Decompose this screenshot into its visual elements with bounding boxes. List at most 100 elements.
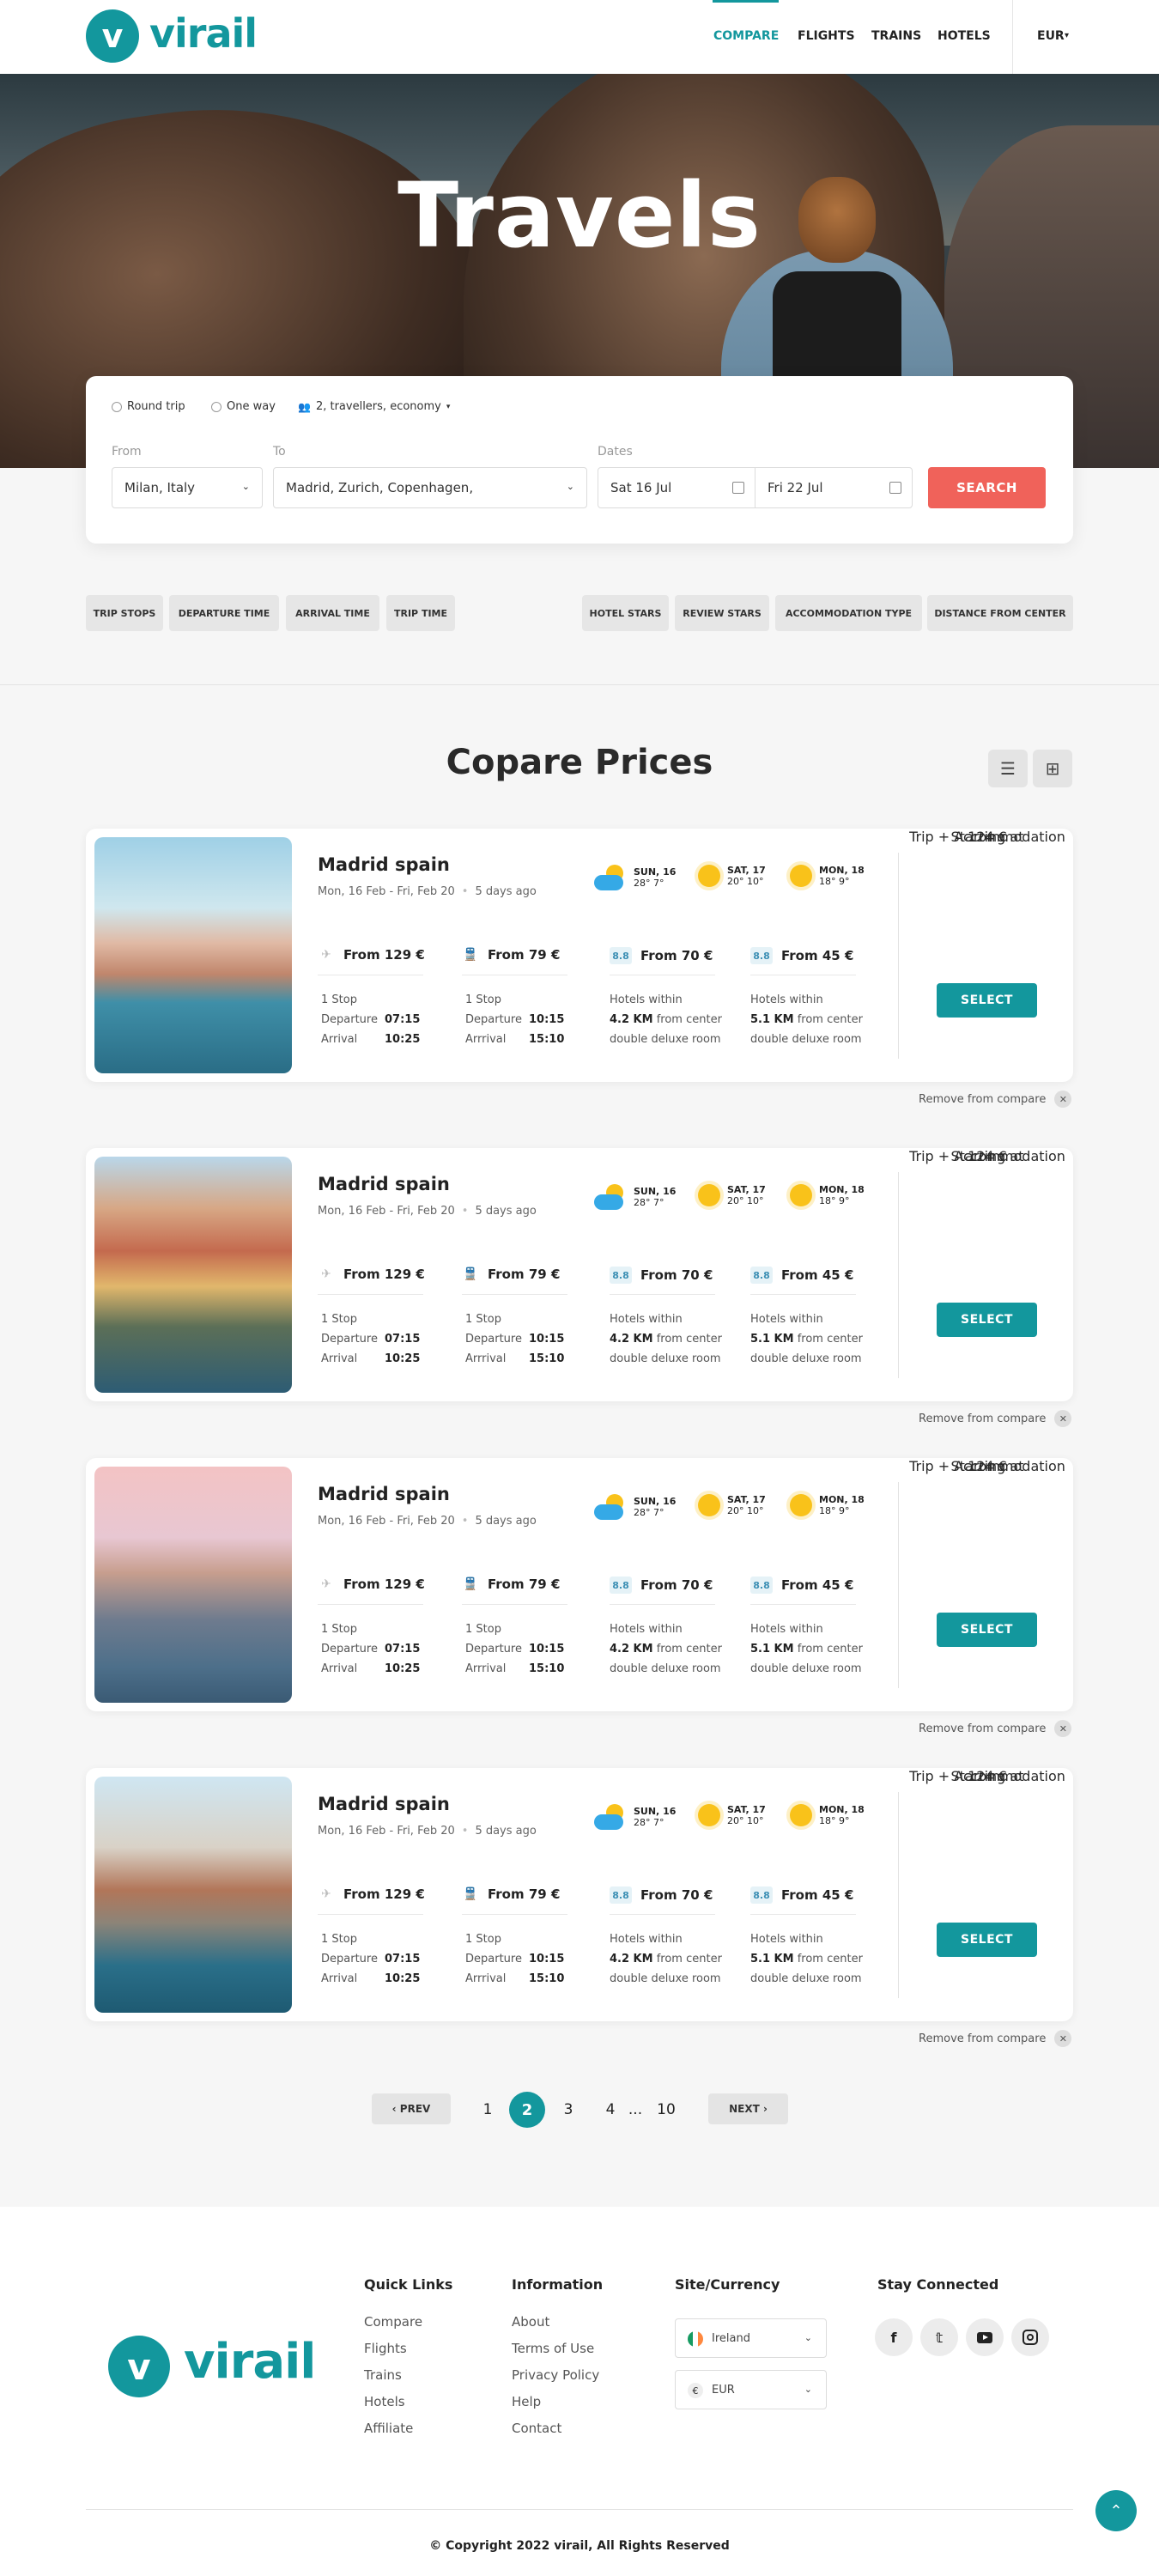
from-center-label: from center bbox=[797, 1643, 863, 1656]
hotel-distance: 4.2 KM bbox=[610, 1643, 653, 1656]
remove-from-compare[interactable]: Remove from compare ✕ bbox=[919, 1410, 1072, 1427]
destination-title: Madrid spain bbox=[318, 854, 450, 875]
pagination-next-button[interactable]: NEXT › bbox=[708, 2093, 788, 2124]
currency-select[interactable]: € EUR ⌄ bbox=[675, 2370, 827, 2409]
logo-wordmark[interactable]: virail bbox=[149, 10, 258, 57]
search-button[interactable]: SEARCH bbox=[928, 467, 1046, 508]
facebook-icon[interactable]: f bbox=[875, 2318, 913, 2356]
hotel-price-value: From 45 € bbox=[781, 1267, 854, 1283]
footer-link-trains[interactable]: Trains bbox=[364, 2367, 402, 2383]
select-button[interactable]: SELECT bbox=[937, 1303, 1037, 1337]
hotel-rating-badge: 8.8 bbox=[610, 947, 632, 964]
weather-day: SAT, 17 20° 10° bbox=[698, 865, 766, 887]
hotel-distance: 4.2 KM bbox=[610, 1013, 653, 1026]
departure-time: 10:15 bbox=[529, 1643, 565, 1656]
instagram-icon[interactable] bbox=[1011, 2318, 1049, 2356]
list-view-button[interactable]: ☰ bbox=[988, 750, 1028, 787]
arrival-label: Arrrival bbox=[465, 1033, 507, 1046]
sun-icon bbox=[698, 1804, 720, 1826]
logo-mark[interactable]: v bbox=[86, 9, 139, 63]
flight-price-value: From 129 € bbox=[343, 1886, 425, 1902]
grid-view-button[interactable]: ⊞ bbox=[1033, 750, 1072, 787]
page-link-current[interactable]: 2 bbox=[509, 2092, 545, 2128]
logo-letter: v bbox=[101, 17, 124, 55]
filter-arrival-time[interactable]: ARRIVAL TIME bbox=[286, 595, 379, 631]
from-center-label: from center bbox=[797, 1013, 863, 1026]
page-link[interactable]: 1 bbox=[476, 2095, 500, 2124]
date-end-field[interactable]: Fri 22 Jul bbox=[755, 467, 913, 508]
page-link[interactable]: 10 bbox=[652, 2095, 680, 2124]
select-button[interactable]: SELECT bbox=[937, 1613, 1037, 1647]
footer-logo-wordmark[interactable]: virail bbox=[184, 2334, 316, 2390]
hotels-within-label: Hotels within bbox=[750, 1933, 823, 1946]
site-select[interactable]: Ireland ⌄ bbox=[675, 2318, 827, 2358]
filter-trip-stops[interactable]: TRIP STOPS bbox=[86, 595, 163, 631]
flight-price-value: From 129 € bbox=[343, 947, 425, 963]
footer-link-hotels[interactable]: Hotels bbox=[364, 2394, 405, 2409]
weather-day-label: MON, 18 bbox=[819, 1184, 865, 1195]
twitter-icon[interactable]: 𝕥 bbox=[920, 2318, 958, 2356]
footer-logo-mark[interactable]: v bbox=[108, 2336, 170, 2397]
remove-from-compare[interactable]: Remove from compare ✕ bbox=[919, 2030, 1072, 2047]
room-type: double deluxe room bbox=[610, 1972, 721, 1985]
travellers-dropdown[interactable]: 👥 2, travellers, economy ▾ bbox=[298, 400, 450, 413]
back-to-top-button[interactable]: ⌃ bbox=[1095, 2490, 1137, 2531]
nav-hotels[interactable]: HOTELS bbox=[938, 29, 991, 43]
cloud-sun-icon bbox=[594, 1804, 627, 1830]
total-price-note: Trip + Accommodation bbox=[909, 1768, 1065, 1784]
hotel-distance: 4.2 KM bbox=[610, 1953, 653, 1965]
one-way-radio[interactable]: One way bbox=[211, 400, 276, 413]
pagination-prev-button[interactable]: ‹ PREV bbox=[372, 2093, 451, 2124]
result-card: Madrid spain Mon, 16 Feb - Fri, Feb 20 • 5… bbox=[86, 829, 1073, 1082]
footer-link-about[interactable]: About bbox=[512, 2314, 549, 2330]
footer-link-terms[interactable]: Terms of Use bbox=[512, 2341, 594, 2356]
page-link[interactable]: 4 bbox=[598, 2095, 622, 2124]
flight-price: ✈ From 129 € bbox=[318, 947, 425, 963]
hotel-details: Hotels within 4.2 KM from center double … bbox=[610, 990, 722, 1049]
flight-price: ✈ From 129 € bbox=[318, 1267, 425, 1282]
weather-temp: 18° 9° bbox=[819, 876, 850, 887]
filter-hotel-stars[interactable]: HOTEL STARS bbox=[582, 595, 669, 631]
footer-link-flights[interactable]: Flights bbox=[364, 2341, 407, 2356]
from-select[interactable]: Milan, Italy ⌄ bbox=[112, 467, 263, 508]
nav-trains[interactable]: TRAINS bbox=[871, 29, 921, 43]
remove-from-compare[interactable]: Remove from compare ✕ bbox=[919, 1720, 1072, 1737]
trip-date-range: Mon, 16 Feb - Fri, Feb 20 bbox=[318, 885, 455, 898]
hotel-price: 8.8 From 45 € bbox=[750, 1577, 853, 1594]
footer-link-compare[interactable]: Compare bbox=[364, 2314, 422, 2330]
select-button[interactable]: SELECT bbox=[937, 1923, 1037, 1957]
weather-temp: 20° 10° bbox=[727, 1815, 764, 1826]
footer-link-contact[interactable]: Contact bbox=[512, 2421, 561, 2436]
from-center-label: from center bbox=[797, 1333, 863, 1346]
nav-flights[interactable]: FLIGHTS bbox=[798, 29, 855, 43]
select-button[interactable]: SELECT bbox=[937, 983, 1037, 1018]
footer-link-affiliate[interactable]: Affiliate bbox=[364, 2421, 413, 2436]
arrival-label: Arrival bbox=[321, 1972, 358, 1985]
round-trip-radio[interactable]: Round trip bbox=[112, 400, 185, 413]
filter-review-stars[interactable]: REVIEW STARS bbox=[675, 595, 769, 631]
footer-link-help[interactable]: Help bbox=[512, 2394, 541, 2409]
remove-from-compare[interactable]: Remove from compare ✕ bbox=[919, 1091, 1072, 1108]
filter-distance-from-center[interactable]: DISTANCE FROM CENTER bbox=[927, 595, 1073, 631]
filter-departure-time[interactable]: DEPARTURE TIME bbox=[169, 595, 279, 631]
date-start-value: Sat 16 Jul bbox=[610, 480, 672, 495]
plane-icon: ✈ bbox=[321, 948, 331, 962]
destination-title: Madrid spain bbox=[318, 1484, 450, 1504]
currency-value: EUR bbox=[1037, 29, 1065, 43]
nav-compare[interactable]: COMPARE bbox=[713, 29, 779, 43]
train-price-value: From 79 € bbox=[488, 1577, 561, 1592]
weather-day-label: MON, 18 bbox=[819, 865, 865, 876]
from-center-label: from center bbox=[656, 1953, 722, 1965]
filter-trip-time[interactable]: TRIP TIME bbox=[386, 595, 455, 631]
page-link[interactable]: 3 bbox=[556, 2095, 580, 2124]
hotel-price-value: From 70 € bbox=[640, 1267, 713, 1283]
radio-label: One way bbox=[227, 400, 276, 413]
filter-accommodation-type[interactable]: ACCOMMODATION TYPE bbox=[775, 595, 922, 631]
arrival-time: 10:25 bbox=[385, 1033, 421, 1046]
date-start-field[interactable]: Sat 16 Jul bbox=[598, 467, 755, 508]
footer-link-privacy[interactable]: Privacy Policy bbox=[512, 2367, 599, 2383]
arrival-time: 15:10 bbox=[529, 1662, 565, 1675]
youtube-icon[interactable] bbox=[966, 2318, 1004, 2356]
departure-time: 07:15 bbox=[385, 1643, 421, 1656]
to-select[interactable]: Madrid, Zurich, Copenhagen, ⌄ bbox=[273, 467, 587, 508]
